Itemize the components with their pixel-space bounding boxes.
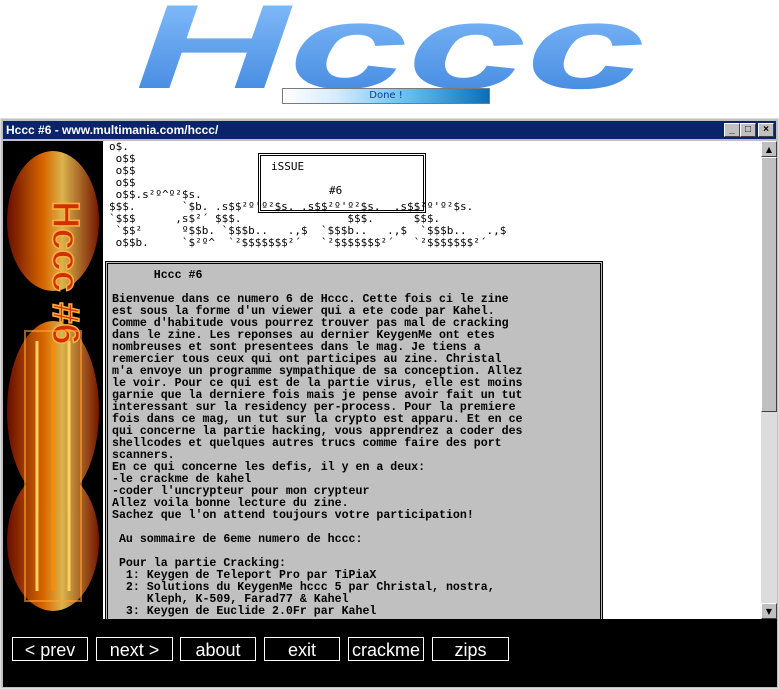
window-title: Hccc #6 - www.multimania.com/hccc/ — [6, 123, 219, 137]
progress-label: Done ! — [369, 90, 403, 101]
exit-button[interactable]: exit — [264, 637, 340, 661]
zips-button[interactable]: zips — [432, 637, 509, 661]
issue-box: iSSUE #6 — [258, 153, 426, 213]
sidebar-fire-banner: Hccc #6 — [3, 141, 103, 619]
hccc-logo: Hccc — [120, 0, 660, 100]
issue-number: #6 — [329, 184, 343, 197]
loading-progress-bar: Done ! — [282, 88, 490, 104]
scroll-thumb[interactable] — [761, 157, 777, 412]
navigation-bar: < prev next > about exit crackme zips — [3, 619, 777, 687]
svg-text:Hccc #6: Hccc #6 — [44, 201, 86, 345]
vertical-scrollbar[interactable]: ▲ ▼ — [761, 141, 777, 619]
maximize-icon: □ — [744, 124, 752, 135]
article-text: Hccc #6 Bienvenue dans ce numero 6 de Hc… — [108, 264, 600, 619]
content-area[interactable]: o$. o$$ o$$ o$$ o$$.s²º^º²$s. $$$. `$b. … — [103, 141, 761, 619]
minimize-icon: _ — [729, 124, 735, 135]
article-line: Au sommaire de 6eme numero de hccc: — [118, 533, 363, 546]
close-icon: × — [763, 124, 769, 135]
issue-label: iSSUE — [271, 160, 305, 173]
article-line: 3: Keygen de Euclide 2.0Fr par Kahel — [125, 605, 377, 618]
next-button[interactable]: next > — [96, 637, 173, 661]
maximize-button[interactable]: □ — [740, 123, 756, 137]
sidebar-label-icon: Hccc #6 — [43, 200, 87, 345]
article-heading: Hccc #6 — [153, 269, 203, 282]
window-titlebar[interactable]: Hccc #6 - www.multimania.com/hccc/ _ □ × — [3, 121, 776, 139]
close-button[interactable]: × — [758, 123, 774, 137]
crackme-button[interactable]: crackme — [348, 637, 424, 661]
scroll-down-button[interactable]: ▼ — [761, 603, 777, 619]
article-line: Sachez que l'on attend toujours votre pa… — [112, 509, 474, 522]
about-button[interactable]: about — [180, 637, 256, 661]
article-panel: Hccc #6 Bienvenue dans ce numero 6 de Hc… — [105, 261, 603, 619]
prev-button[interactable]: < prev — [12, 637, 88, 661]
viewer-window: Hccc #6 - www.multimania.com/hccc/ _ □ × — [0, 118, 779, 689]
minimize-button[interactable]: _ — [724, 123, 740, 137]
scroll-up-button[interactable]: ▲ — [761, 141, 777, 157]
arrow-down-icon: ▼ — [765, 606, 773, 616]
arrow-up-icon: ▲ — [765, 144, 773, 154]
logo-text: Hccc — [135, 0, 645, 100]
